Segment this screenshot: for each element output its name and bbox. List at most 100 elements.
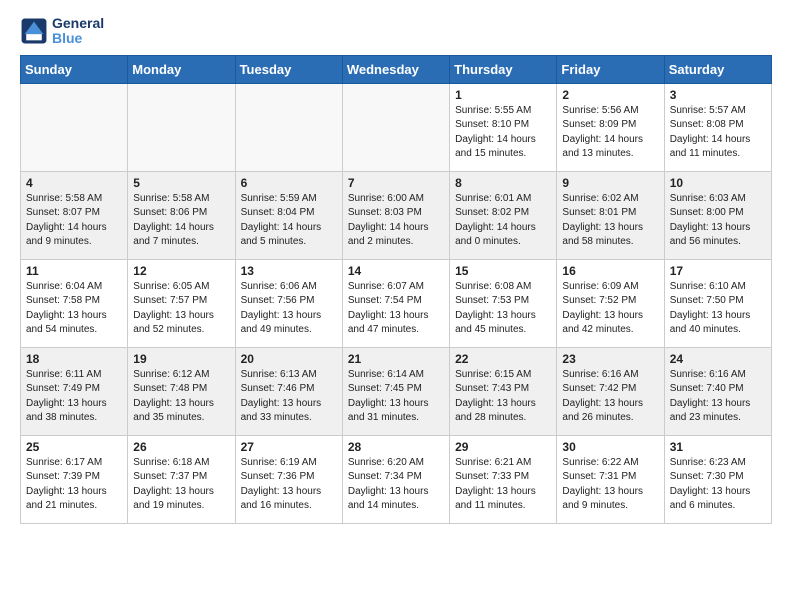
calendar-cell — [21, 83, 128, 171]
day-number: 23 — [562, 352, 658, 366]
calendar-cell: 10 Sunrise: 6:03 AM Sunset: 8:00 PM Dayli… — [664, 171, 771, 259]
day-info: Sunrise: 6:19 AM Sunset: 7:36 PM Dayligh… — [241, 456, 337, 514]
day-number: 29 — [455, 440, 551, 454]
day-info: Sunrise: 5:57 AM Sunset: 8:08 PM Dayligh… — [670, 104, 766, 162]
calendar-cell: 13Sunrise: 6:06 AM Sunset: 7:56 PM Dayli… — [235, 259, 342, 347]
calendar-cell: 15Sunrise: 6:08 AM Sunset: 7:53 PM Dayli… — [450, 259, 557, 347]
day-info: Sunrise: 5:58 AM Sunset: 8:07 PM Dayligh… — [26, 192, 122, 250]
logo: General Blue — [20, 16, 104, 47]
day-info: Sunrise: 6:14 AM Sunset: 7:45 PM Dayligh… — [348, 368, 444, 426]
day-number: 28 — [348, 440, 444, 454]
day-info: Sunrise: 6:09 AM Sunset: 7:52 PM Dayligh… — [562, 280, 658, 338]
day-number: 12 — [133, 264, 229, 278]
column-header-tuesday: Tuesday — [235, 55, 342, 83]
calendar-cell: 29 Sunrise: 6:21 AM Sunset: 7:33 PM Dayli… — [450, 435, 557, 523]
day-info: Sunrise: 6:00 AM Sunset: 8:03 PM Dayligh… — [348, 192, 444, 250]
day-info: Sunrise: 6:15 AM Sunset: 7:43 PM Dayligh… — [455, 368, 551, 426]
day-number: 25 — [26, 440, 122, 454]
day-number: 7 — [348, 176, 444, 190]
column-header-thursday: Thursday — [450, 55, 557, 83]
calendar-table: SundayMondayTuesdayWednesdayThursdayFrid… — [20, 55, 772, 524]
day-number: 22 — [455, 352, 551, 366]
day-number: 2 — [562, 88, 658, 102]
day-number: 16 — [562, 264, 658, 278]
logo-line2: Blue — [52, 30, 82, 46]
day-number: 20 — [241, 352, 337, 366]
calendar-cell: 4 Sunrise: 5:58 AM Sunset: 8:07 PM Daylig… — [21, 171, 128, 259]
calendar-cell: 12 Sunrise: 6:05 AM Sunset: 7:57 PM Dayli… — [128, 259, 235, 347]
day-info: Sunrise: 5:59 AM Sunset: 8:04 PM Dayligh… — [241, 192, 337, 250]
calendar-cell: 28 Sunrise: 6:20 AM Sunset: 7:34 PM Dayli… — [342, 435, 449, 523]
calendar-cell: 1Sunrise: 5:55 AM Sunset: 8:10 PM Daylig… — [450, 83, 557, 171]
day-info: Sunrise: 6:02 AM Sunset: 8:01 PM Dayligh… — [562, 192, 658, 250]
day-info: Sunrise: 6:18 AM Sunset: 7:37 PM Dayligh… — [133, 456, 229, 514]
day-info: Sunrise: 6:20 AM Sunset: 7:34 PM Dayligh… — [348, 456, 444, 514]
calendar-cell — [235, 83, 342, 171]
column-header-wednesday: Wednesday — [342, 55, 449, 83]
day-number: 24 — [670, 352, 766, 366]
day-number: 27 — [241, 440, 337, 454]
calendar-cell — [342, 83, 449, 171]
day-info: Sunrise: 6:16 AM Sunset: 7:42 PM Dayligh… — [562, 368, 658, 426]
day-number: 8 — [455, 176, 551, 190]
calendar-cell — [128, 83, 235, 171]
calendar-cell: 22 Sunrise: 6:15 AM Sunset: 7:43 PM Dayli… — [450, 347, 557, 435]
calendar-week-row: 4 Sunrise: 5:58 AM Sunset: 8:07 PM Daylig… — [21, 171, 772, 259]
calendar-week-row: 25 Sunrise: 6:17 AM Sunset: 7:39 PM Dayli… — [21, 435, 772, 523]
calendar-cell: 9 Sunrise: 6:02 AM Sunset: 8:01 PM Daylig… — [557, 171, 664, 259]
column-header-saturday: Saturday — [664, 55, 771, 83]
day-number: 6 — [241, 176, 337, 190]
calendar-cell: 5 Sunrise: 5:58 AM Sunset: 8:06 PM Daylig… — [128, 171, 235, 259]
logo-line1: General — [52, 16, 104, 31]
day-number: 5 — [133, 176, 229, 190]
day-info: Sunrise: 6:10 AM Sunset: 7:50 PM Dayligh… — [670, 280, 766, 338]
calendar-cell: 24 Sunrise: 6:16 AM Sunset: 7:40 PM Dayli… — [664, 347, 771, 435]
day-number: 10 — [670, 176, 766, 190]
calendar-cell: 19 Sunrise: 6:12 AM Sunset: 7:48 PM Dayli… — [128, 347, 235, 435]
day-info: Sunrise: 6:13 AM Sunset: 7:46 PM Dayligh… — [241, 368, 337, 426]
day-number: 17 — [670, 264, 766, 278]
calendar-cell: 7 Sunrise: 6:00 AM Sunset: 8:03 PM Daylig… — [342, 171, 449, 259]
calendar-cell: 31 Sunrise: 6:23 AM Sunset: 7:30 PM Dayli… — [664, 435, 771, 523]
day-number: 9 — [562, 176, 658, 190]
day-number: 4 — [26, 176, 122, 190]
day-info: Sunrise: 6:12 AM Sunset: 7:48 PM Dayligh… — [133, 368, 229, 426]
day-info: Sunrise: 6:11 AM Sunset: 7:49 PM Dayligh… — [26, 368, 122, 426]
day-number: 1 — [455, 88, 551, 102]
column-header-monday: Monday — [128, 55, 235, 83]
day-info: Sunrise: 6:17 AM Sunset: 7:39 PM Dayligh… — [26, 456, 122, 514]
day-info: Sunrise: 6:16 AM Sunset: 7:40 PM Dayligh… — [670, 368, 766, 426]
day-info: Sunrise: 6:07 AM Sunset: 7:54 PM Dayligh… — [348, 280, 444, 338]
calendar-cell: 3Sunrise: 5:57 AM Sunset: 8:08 PM Daylig… — [664, 83, 771, 171]
day-info: Sunrise: 6:04 AM Sunset: 7:58 PM Dayligh… — [26, 280, 122, 338]
calendar-cell: 25 Sunrise: 6:17 AM Sunset: 7:39 PM Dayli… — [21, 435, 128, 523]
calendar-cell: 23 Sunrise: 6:16 AM Sunset: 7:42 PM Dayli… — [557, 347, 664, 435]
day-info: Sunrise: 6:01 AM Sunset: 8:02 PM Dayligh… — [455, 192, 551, 250]
calendar-cell: 26 Sunrise: 6:18 AM Sunset: 7:37 PM Dayli… — [128, 435, 235, 523]
day-number: 18 — [26, 352, 122, 366]
day-info: Sunrise: 6:05 AM Sunset: 7:57 PM Dayligh… — [133, 280, 229, 338]
calendar-cell: 16 Sunrise: 6:09 AM Sunset: 7:52 PM Dayli… — [557, 259, 664, 347]
calendar-cell: 6 Sunrise: 5:59 AM Sunset: 8:04 PM Daylig… — [235, 171, 342, 259]
calendar-cell: 14Sunrise: 6:07 AM Sunset: 7:54 PM Dayli… — [342, 259, 449, 347]
column-header-sunday: Sunday — [21, 55, 128, 83]
calendar-cell: 8 Sunrise: 6:01 AM Sunset: 8:02 PM Daylig… — [450, 171, 557, 259]
day-info: Sunrise: 6:21 AM Sunset: 7:33 PM Dayligh… — [455, 456, 551, 514]
day-number: 13 — [241, 264, 337, 278]
day-info: Sunrise: 6:03 AM Sunset: 8:00 PM Dayligh… — [670, 192, 766, 250]
calendar-week-row: 1Sunrise: 5:55 AM Sunset: 8:10 PM Daylig… — [21, 83, 772, 171]
day-number: 21 — [348, 352, 444, 366]
day-number: 31 — [670, 440, 766, 454]
day-number: 19 — [133, 352, 229, 366]
day-number: 26 — [133, 440, 229, 454]
day-info: Sunrise: 6:23 AM Sunset: 7:30 PM Dayligh… — [670, 456, 766, 514]
calendar-week-row: 18 Sunrise: 6:11 AM Sunset: 7:49 PM Dayli… — [21, 347, 772, 435]
calendar-header-row: SundayMondayTuesdayWednesdayThursdayFrid… — [21, 55, 772, 83]
day-number: 15 — [455, 264, 551, 278]
day-info: Sunrise: 5:58 AM Sunset: 8:06 PM Dayligh… — [133, 192, 229, 250]
logo-text: General Blue — [52, 16, 104, 47]
day-number: 11 — [26, 264, 122, 278]
calendar-cell: 11 Sunrise: 6:04 AM Sunset: 7:58 PM Dayli… — [21, 259, 128, 347]
calendar-cell: 21 Sunrise: 6:14 AM Sunset: 7:45 PM Dayli… — [342, 347, 449, 435]
logo-icon — [20, 17, 48, 45]
